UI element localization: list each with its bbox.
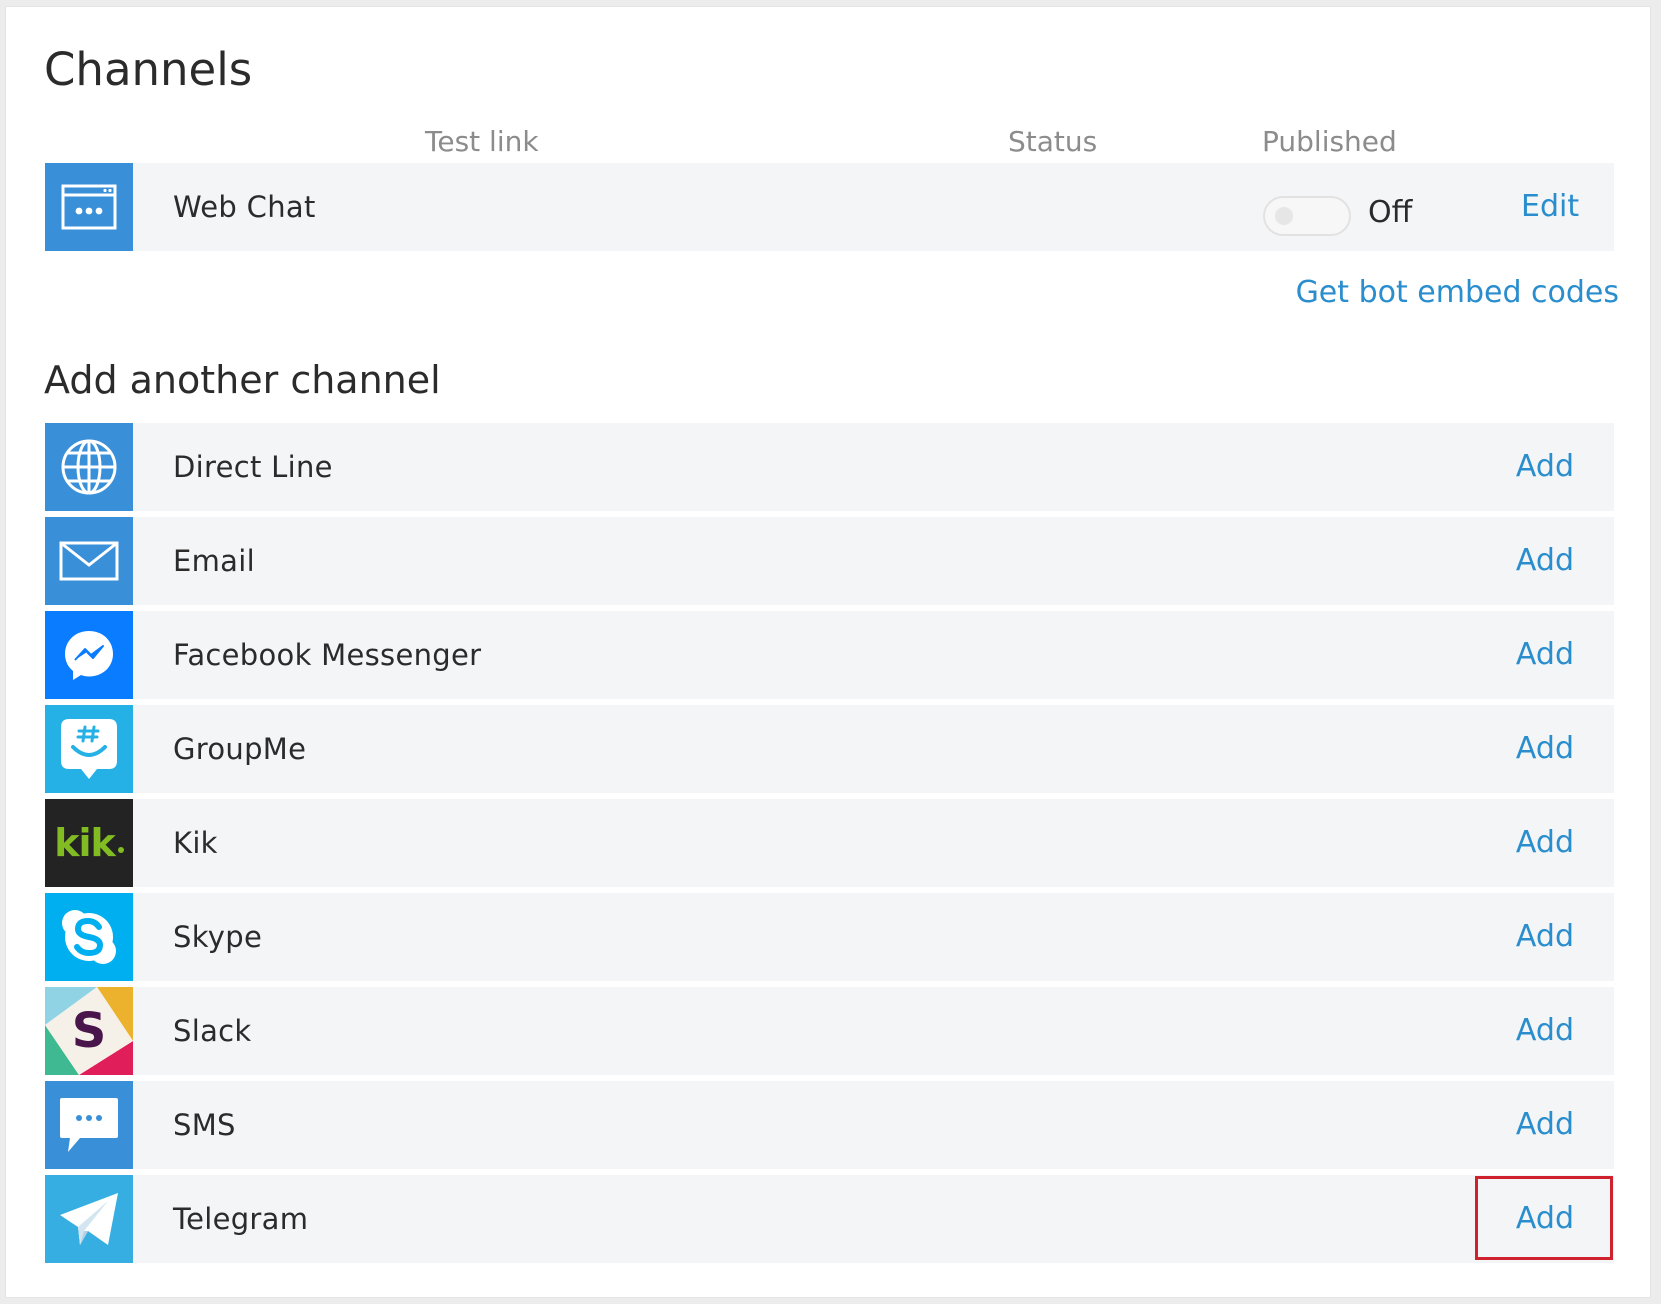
- channel-row-sms: SMS Add: [45, 1081, 1614, 1169]
- add-channel-heading: Add another channel: [44, 358, 441, 402]
- groupme-icon: [45, 705, 133, 793]
- column-header-test-link: Test link: [425, 125, 539, 158]
- channel-row-skype: Skype Add: [45, 893, 1614, 981]
- sms-icon: [45, 1081, 133, 1169]
- add-direct-line-button[interactable]: Add: [1516, 447, 1574, 487]
- envelope-icon: [45, 517, 133, 605]
- channel-name: Email: [173, 544, 255, 578]
- published-toggle[interactable]: [1263, 196, 1351, 236]
- channel-row-telegram: Telegram Add: [45, 1175, 1614, 1263]
- add-sms-button[interactable]: Add: [1516, 1105, 1574, 1145]
- kik-logo: kik: [45, 799, 133, 887]
- channel-row-kik: kik Kik Add: [45, 799, 1614, 887]
- channel-row-facebook-messenger: Facebook Messenger Add: [45, 611, 1614, 699]
- add-groupme-button[interactable]: Add: [1516, 729, 1574, 769]
- skype-icon: [45, 893, 133, 981]
- channel-name: Kik: [173, 826, 218, 860]
- channel-name: Telegram: [173, 1202, 309, 1236]
- column-header-published: Published: [1262, 125, 1397, 158]
- channel-name: Slack: [173, 1014, 252, 1048]
- channel-name: Direct Line: [173, 450, 333, 484]
- column-header-status: Status: [1008, 125, 1098, 158]
- messenger-icon: [45, 611, 133, 699]
- add-slack-button[interactable]: Add: [1516, 1011, 1574, 1051]
- add-facebook-messenger-button[interactable]: Add: [1516, 635, 1574, 675]
- web-chat-icon: [45, 163, 133, 251]
- channel-row-email: Email Add: [45, 517, 1614, 605]
- toggle-knob: [1275, 207, 1293, 225]
- add-kik-button[interactable]: Add: [1516, 823, 1574, 863]
- add-skype-button[interactable]: Add: [1516, 917, 1574, 957]
- edit-web-chat-link[interactable]: Edit: [1521, 187, 1579, 227]
- channel-row-groupme: GroupMe Add: [45, 705, 1614, 793]
- kik-logo-dot: [117, 847, 124, 853]
- globe-icon: [45, 423, 133, 511]
- highlight-box: [1475, 1176, 1613, 1260]
- channel-name: GroupMe: [173, 732, 307, 766]
- channel-row-direct-line: Direct Line Add: [45, 423, 1614, 511]
- get-bot-embed-codes-link[interactable]: Get bot embed codes: [1296, 273, 1619, 313]
- telegram-icon: [45, 1175, 133, 1263]
- slack-icon: S: [45, 987, 133, 1075]
- channel-row-slack: S Slack Add: [45, 987, 1614, 1075]
- channel-name: Skype: [173, 920, 263, 954]
- channel-name: Web Chat: [173, 190, 316, 224]
- kik-logo-text: kik: [54, 821, 116, 865]
- svg-text:S: S: [72, 1003, 107, 1059]
- channel-name: Facebook Messenger: [173, 638, 482, 672]
- channel-name: SMS: [173, 1108, 236, 1142]
- published-status-text: Off: [1368, 195, 1413, 230]
- add-email-button[interactable]: Add: [1516, 541, 1574, 581]
- channel-row-web-chat: Web Chat Off Edit: [45, 163, 1614, 251]
- page-title: Channels: [44, 43, 253, 96]
